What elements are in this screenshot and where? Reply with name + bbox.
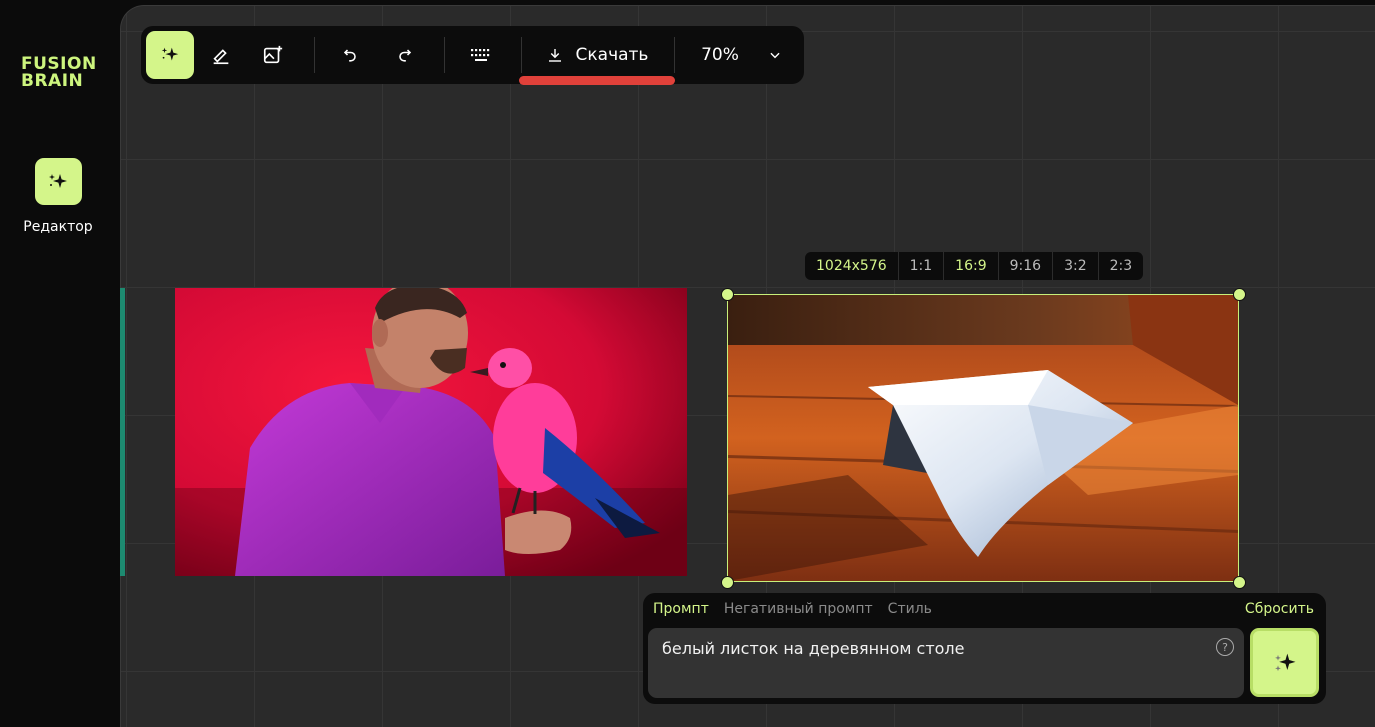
logo-line-2: BRAIN xyxy=(21,71,84,91)
tab-style[interactable]: Стиль xyxy=(888,601,932,617)
redo-icon xyxy=(399,49,412,62)
keyboard-shortcuts-button[interactable] xyxy=(457,31,505,79)
add-image-button[interactable] xyxy=(249,31,297,79)
sidebar: FUSION BRAIN Редактор xyxy=(0,0,120,727)
resize-handle-bottom-right[interactable] xyxy=(1233,576,1246,589)
sidebar-item-editor[interactable]: Редактор xyxy=(16,158,100,235)
help-icon[interactable]: ? xyxy=(1216,638,1234,656)
resolution-label: 1024x576 xyxy=(816,258,887,274)
download-highlight xyxy=(519,76,675,85)
prompt-text: белый листок на деревянном столе xyxy=(662,639,965,658)
add-image-icon xyxy=(263,45,283,64)
download-button[interactable]: Скачать xyxy=(521,31,673,79)
eraser-icon xyxy=(213,49,229,65)
chevron-down-icon xyxy=(770,52,780,59)
eraser-tool-button[interactable] xyxy=(197,31,245,79)
sidebar-item-label: Редактор xyxy=(23,219,93,235)
resize-handle-top-right[interactable] xyxy=(1233,288,1246,301)
aspect-ratio-selector: 1024x576 1:1 16:9 9:16 3:2 2:3 xyxy=(805,252,1144,280)
prompt-input[interactable]: белый листок на деревянном столе ? xyxy=(648,628,1244,698)
tab-prompt[interactable]: Промпт xyxy=(653,601,709,617)
generate-button[interactable] xyxy=(1250,628,1319,697)
download-icon xyxy=(548,49,561,62)
keyboard-icon xyxy=(471,49,490,61)
resize-handle-bottom-left[interactable] xyxy=(721,576,734,589)
redo-button[interactable] xyxy=(381,31,429,79)
toolbar-divider xyxy=(444,37,445,73)
zoom-level[interactable]: 70% xyxy=(685,31,755,79)
prompt-panel: Промпт Негативный промпт Стиль Сбросить … xyxy=(643,593,1326,704)
download-label: Скачать xyxy=(575,45,649,65)
toolbar: Скачать 70% xyxy=(141,26,804,84)
generated-image-man-with-bird[interactable] xyxy=(175,288,687,576)
generated-image-paper-on-table[interactable] xyxy=(727,294,1239,582)
ratio-option-9-16[interactable]: 9:16 xyxy=(997,252,1052,280)
zoom-dropdown-button[interactable] xyxy=(763,31,787,79)
sparkle-icon xyxy=(1274,653,1295,671)
toolbar-divider xyxy=(674,37,675,73)
prompt-tabs: Промпт Негативный промпт Стиль xyxy=(653,601,932,617)
reset-button[interactable]: Сбросить xyxy=(1245,601,1314,617)
fusion-brain-logo[interactable]: FUSION BRAIN xyxy=(21,56,97,90)
toolbar-divider xyxy=(314,37,315,73)
sparkle-icon xyxy=(161,47,179,61)
undo-icon xyxy=(343,49,356,62)
ratio-option-2-3[interactable]: 2:3 xyxy=(1097,252,1144,280)
ratio-option-1-1[interactable]: 1:1 xyxy=(897,252,944,280)
undo-button[interactable] xyxy=(326,31,374,79)
resize-handle-top-left[interactable] xyxy=(721,288,734,301)
ratio-option-3-2[interactable]: 3:2 xyxy=(1052,252,1098,280)
selection-accent xyxy=(120,288,125,576)
generate-tool-button[interactable] xyxy=(146,31,194,79)
ratio-option-16-9[interactable]: 16:9 xyxy=(943,252,997,280)
tab-negative-prompt[interactable]: Негативный промпт xyxy=(724,601,873,617)
sparkle-icon xyxy=(34,158,82,205)
